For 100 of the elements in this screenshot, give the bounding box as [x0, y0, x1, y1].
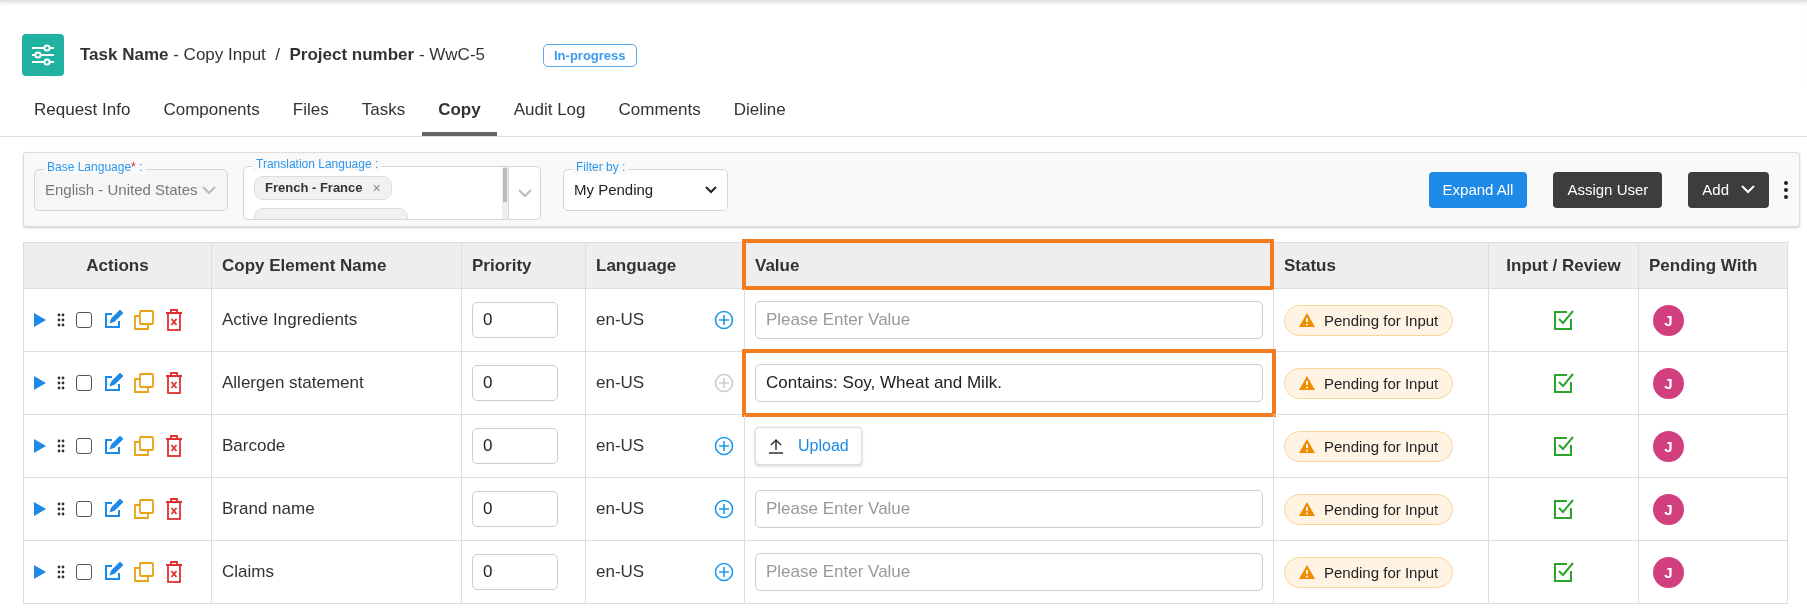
play-icon[interactable] — [34, 439, 46, 453]
warning-icon — [1299, 502, 1315, 516]
delete-icon[interactable] — [165, 561, 183, 583]
priority-field[interactable]: 0 — [472, 302, 558, 338]
drag-handle-icon[interactable] — [57, 376, 65, 390]
drag-handle-icon[interactable] — [57, 313, 65, 327]
row-checkbox[interactable] — [76, 564, 92, 580]
tab[interactable]: Comments — [602, 92, 717, 136]
language-code: en-US — [596, 499, 645, 519]
column-header: Status — [1284, 255, 1336, 276]
status-badge: Pending for Input — [1284, 367, 1454, 399]
avatar: J — [1653, 493, 1684, 525]
checked-box-icon[interactable] — [1552, 561, 1575, 583]
edit-icon[interactable] — [103, 436, 123, 456]
priority-field[interactable]: 0 — [472, 491, 558, 527]
column-header: Priority — [472, 255, 532, 276]
chevron-down-icon — [1741, 185, 1755, 194]
status-badge: Pending for Input — [1284, 493, 1454, 525]
priority-field[interactable]: 0 — [472, 365, 558, 401]
add-circle-icon[interactable] — [714, 310, 734, 330]
delete-icon[interactable] — [165, 372, 183, 394]
column-header: Actions — [86, 255, 149, 276]
value-field[interactable]: Please Enter Value — [755, 553, 1263, 591]
edit-icon[interactable] — [103, 310, 123, 330]
checked-box-icon[interactable] — [1552, 498, 1575, 520]
delete-icon[interactable] — [165, 309, 183, 331]
chevron-down-icon — [705, 185, 717, 194]
add-dropdown-button[interactable]: Add — [1688, 171, 1769, 208]
upload-button[interactable]: Upload — [755, 427, 862, 465]
tab[interactable]: Request Info — [18, 92, 147, 136]
scrollbar[interactable] — [502, 166, 508, 219]
delete-icon[interactable] — [165, 435, 183, 457]
copy-icon[interactable] — [134, 499, 154, 519]
tab[interactable]: Tasks — [345, 92, 422, 136]
status-badge: Pending for Input — [1284, 304, 1454, 336]
tab[interactable]: Files — [276, 92, 345, 136]
app-logo-icon — [22, 34, 64, 76]
play-icon[interactable] — [34, 313, 46, 327]
avatar: J — [1653, 367, 1684, 399]
add-circle-icon[interactable] — [714, 562, 734, 582]
chevron-down-icon — [201, 184, 217, 195]
element-name: Allergen statement — [222, 373, 364, 393]
add-circle-icon[interactable] — [714, 436, 734, 456]
avatar: J — [1653, 430, 1684, 462]
element-name: Barcode — [222, 436, 286, 456]
value-field[interactable]: Contains: Soy, Wheat and Milk. — [755, 364, 1263, 402]
play-icon[interactable] — [34, 565, 46, 579]
tab[interactable]: Audit Log — [497, 92, 602, 136]
copy-icon[interactable] — [134, 373, 154, 393]
edit-icon[interactable] — [103, 373, 123, 393]
priority-field[interactable]: 0 — [472, 428, 558, 464]
field-label: Base Language* : — [44, 159, 146, 174]
warning-icon — [1299, 565, 1315, 579]
status-badge: Pending for Input — [1284, 556, 1454, 588]
assign-user-button[interactable]: Assign User — [1553, 171, 1663, 208]
play-icon[interactable] — [34, 502, 46, 516]
column-header: Language — [596, 255, 677, 276]
page-title: Task Name - Copy Input / Project number - WwC-5 — [80, 45, 485, 65]
column-header: Pending With — [1649, 255, 1758, 276]
checked-box-icon[interactable] — [1552, 309, 1575, 331]
checked-box-icon[interactable] — [1552, 372, 1575, 394]
play-icon[interactable] — [34, 376, 46, 390]
copy-icon[interactable] — [134, 562, 154, 582]
edit-icon[interactable] — [103, 562, 123, 582]
status-badge: Pending for Input — [1284, 430, 1454, 462]
value-field[interactable]: Please Enter Value — [755, 301, 1263, 339]
value-field[interactable]: Please Enter Value — [755, 490, 1263, 528]
tab[interactable]: Copy — [422, 92, 497, 136]
avatar: J — [1653, 556, 1684, 588]
column-header: Input / Review — [1506, 255, 1621, 276]
drag-handle-icon[interactable] — [57, 439, 65, 453]
drag-handle-icon[interactable] — [57, 502, 65, 516]
column-header: Copy Element Name — [222, 255, 387, 276]
copy-icon[interactable] — [134, 310, 154, 330]
more-options-icon[interactable] — [1783, 179, 1789, 200]
row-checkbox[interactable] — [76, 438, 92, 454]
expand-all-button[interactable]: Expand All — [1428, 171, 1528, 208]
row-checkbox[interactable] — [76, 312, 92, 328]
edit-icon[interactable] — [103, 499, 123, 519]
drag-handle-icon[interactable] — [57, 565, 65, 579]
avatar: J — [1653, 304, 1684, 336]
element-name: Active Ingredients — [222, 310, 358, 330]
delete-icon[interactable] — [165, 498, 183, 520]
add-circle-icon[interactable] — [714, 499, 734, 519]
language-chip: French - France × — [254, 175, 392, 200]
priority-field[interactable]: 0 — [472, 554, 558, 590]
checked-box-icon[interactable] — [1552, 435, 1575, 457]
warning-icon — [1299, 439, 1315, 453]
tab[interactable]: Dieline — [717, 92, 802, 136]
element-name: Brand name — [222, 499, 315, 519]
row-checkbox[interactable] — [76, 375, 92, 391]
language-code: en-US — [596, 436, 645, 456]
upload-icon — [768, 438, 784, 454]
language-code: en-US — [596, 562, 645, 582]
row-checkbox[interactable] — [76, 501, 92, 517]
warning-icon — [1299, 313, 1315, 327]
field-label: Filter by : — [573, 159, 629, 174]
copy-icon[interactable] — [134, 436, 154, 456]
tab[interactable]: Components — [147, 92, 276, 136]
warning-icon — [1299, 376, 1315, 390]
